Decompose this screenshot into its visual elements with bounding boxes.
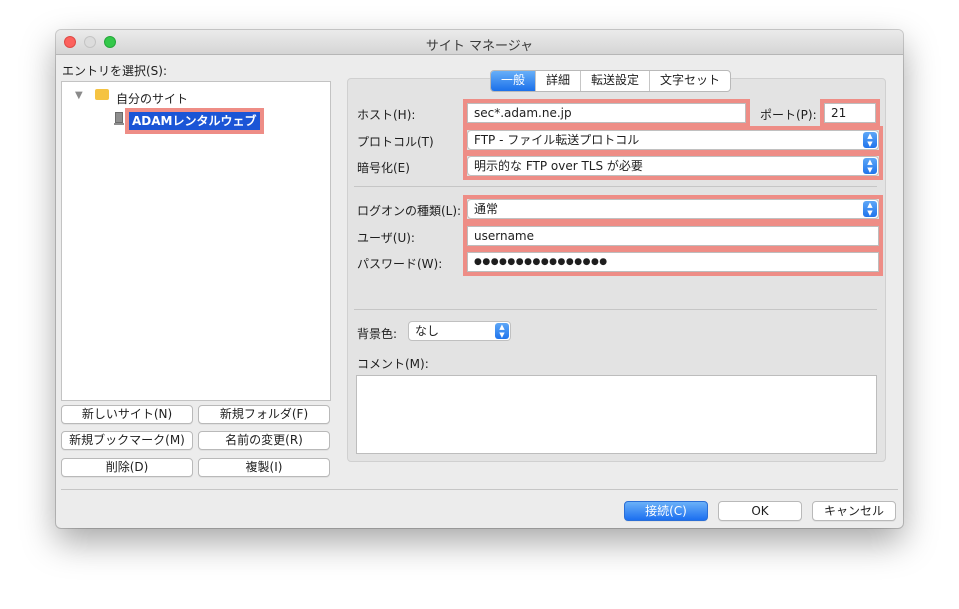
window-title: サイト マネージャ (425, 39, 534, 54)
background-color-value: なし (415, 324, 440, 338)
background-color-stepper-icon: ▲ ▼ (495, 323, 509, 339)
tab-advanced[interactable]: 詳細 (535, 71, 580, 91)
tree-site-label[interactable]: ADAMレンタルウェブ (129, 112, 260, 130)
host-input[interactable]: sec*.adam.ne.jp (467, 103, 746, 123)
section-separator (354, 186, 877, 187)
tree-site-row[interactable]: ADAMレンタルウェブ (114, 108, 324, 134)
site-manager-window: サイト マネージャ エントリを選択(S): ▼ 自分のサイト ADAMレンタルウ… (56, 30, 903, 528)
connect-button[interactable]: 接続(C) (624, 501, 708, 521)
user-label: ユーザ(U): (357, 231, 415, 245)
title-bar[interactable]: サイト マネージャ (56, 30, 903, 55)
logon-type-select[interactable]: 通常 ▲ ▼ (467, 199, 879, 219)
port-input[interactable]: 21 (824, 103, 876, 123)
logon-type-label: ログオンの種類(L): (357, 204, 462, 218)
tab-transfer[interactable]: 転送設定 (580, 71, 649, 91)
cancel-button[interactable]: キャンセル (812, 501, 896, 521)
tab-general[interactable]: 一般 (491, 71, 536, 91)
logon-type-value: 通常 (474, 202, 499, 216)
protocol-value: FTP - ファイル転送プロトコル (474, 133, 640, 147)
password-input[interactable]: ●●●●●●●●●●●●●●●● (467, 252, 879, 272)
disclosure-triangle-icon[interactable]: ▼ (75, 90, 83, 101)
background-color-label: 背景色: (357, 327, 398, 341)
protocol-label: プロトコル(T) (357, 135, 434, 149)
user-input[interactable]: username (467, 226, 879, 246)
server-base-icon (114, 123, 124, 125)
encryption-select[interactable]: 明示的な FTP over TLS が必要 ▲ ▼ (467, 156, 879, 176)
rename-button[interactable]: 名前の変更(R) (198, 431, 330, 450)
port-label: ポート(P): (760, 108, 817, 122)
tree-root-label: 自分のサイト (116, 92, 189, 106)
server-icon (115, 112, 123, 123)
background-color-select[interactable]: なし ▲ ▼ (408, 321, 511, 341)
password-label: パスワード(W): (357, 257, 443, 271)
entries-label: エントリを選択(S): (62, 64, 168, 78)
protocol-select[interactable]: FTP - ファイル転送プロトコル ▲ ▼ (467, 130, 879, 150)
encryption-stepper-icon: ▲ ▼ (863, 158, 877, 174)
tab-charset[interactable]: 文字セット (649, 71, 730, 91)
comment-textarea[interactable] (356, 375, 877, 454)
encryption-value: 明示的な FTP over TLS が必要 (474, 159, 643, 173)
host-label: ホスト(H): (357, 108, 416, 122)
new-bookmark-button[interactable]: 新規ブックマーク(M) (61, 431, 193, 450)
encryption-label: 暗号化(E) (357, 161, 410, 175)
tree-root-row[interactable]: ▼ 自分のサイト (75, 89, 275, 106)
ok-button[interactable]: OK (718, 501, 802, 521)
delete-button[interactable]: 削除(D) (61, 458, 193, 477)
comment-label: コメント(M): (357, 357, 429, 371)
site-tree[interactable]: ▼ 自分のサイト ADAMレンタルウェブ (61, 81, 331, 401)
settings-tabs: 一般 詳細 転送設定 文字セット (490, 70, 732, 92)
new-site-button[interactable]: 新しいサイト(N) (61, 405, 193, 424)
duplicate-button[interactable]: 複製(I) (198, 458, 330, 477)
folder-icon (95, 89, 109, 100)
new-folder-button[interactable]: 新規フォルダ(F) (198, 405, 330, 424)
footer-separator (61, 489, 898, 490)
protocol-stepper-icon: ▲ ▼ (863, 132, 877, 148)
logon-stepper-icon: ▲ ▼ (863, 201, 877, 217)
section-separator-2 (354, 309, 877, 310)
